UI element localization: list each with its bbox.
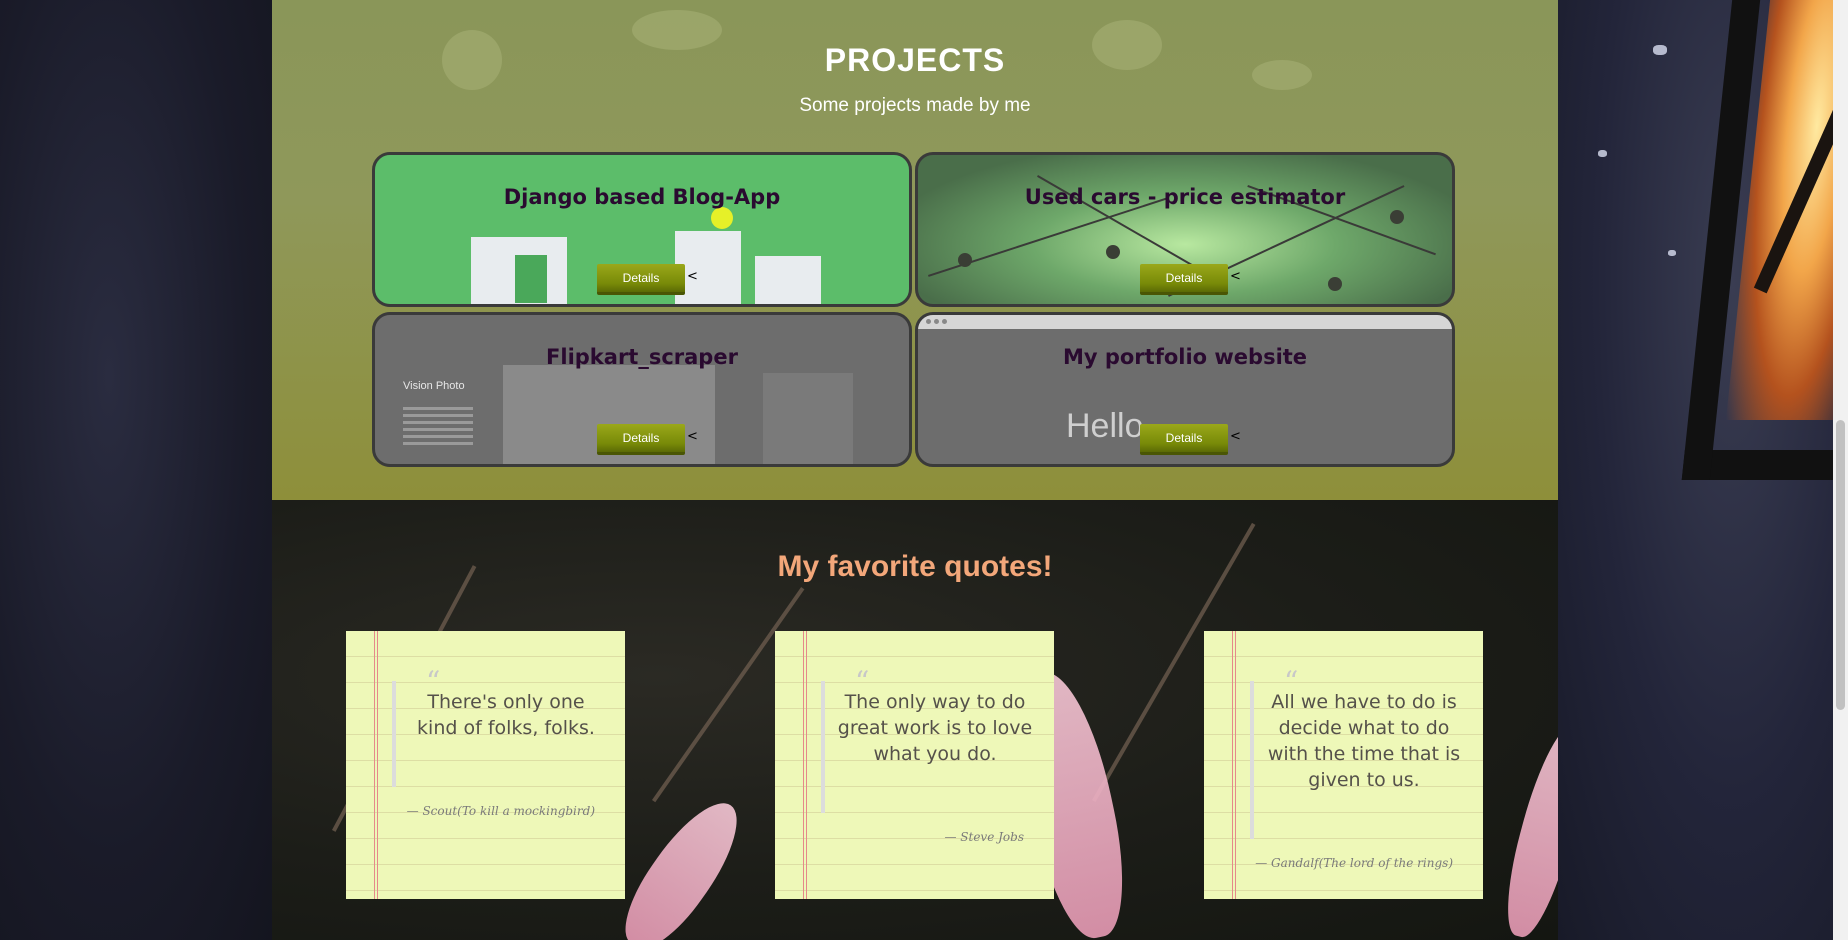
project-card-used-cars[interactable]: Used cars - price estimator Details < <box>915 152 1455 307</box>
project-card-blog-app[interactable]: Django based Blog-App Details < <box>372 152 912 307</box>
details-button[interactable]: Details <box>1140 264 1228 295</box>
note-margin-line <box>803 631 804 899</box>
quote-author: — Steve Jobs <box>944 830 1024 844</box>
browser-bar <box>918 315 1452 329</box>
details-button[interactable]: Details <box>597 264 685 295</box>
quote-card: “ There's only one kind of folks, folks.… <box>346 631 625 899</box>
network-node <box>1106 245 1120 259</box>
preview-hello-text: Hello <box>1066 407 1144 445</box>
note-margin-line <box>1232 631 1233 899</box>
projects-heading: PROJECTS <box>824 42 1006 78</box>
window-dot-icon <box>934 319 939 324</box>
bg-feather <box>608 788 756 940</box>
quote-text: There's only one kind of folks, folks. <box>417 691 595 739</box>
preview-text-lines <box>403 407 473 449</box>
quote-author: — Gandalf(The lord of the rings) <box>1255 856 1453 870</box>
details-button[interactable]: Details <box>597 424 685 455</box>
snow-speck <box>1668 250 1676 256</box>
window-dot-icon <box>942 319 947 324</box>
mockup-profile-card <box>755 256 821 304</box>
caret-icon: < <box>1230 269 1241 284</box>
caret-icon: < <box>687 429 698 444</box>
note-margin-line <box>1235 631 1236 899</box>
card-title: Django based Blog-App <box>503 185 781 209</box>
card-title: My portfolio website <box>1062 345 1308 369</box>
window-dot-icon <box>926 319 931 324</box>
lantern-frame <box>1681 0 1848 480</box>
snow-speck <box>1653 45 1667 55</box>
note-margin-line <box>374 631 375 899</box>
quote-bar <box>1250 681 1254 839</box>
preview-screenshot-faded <box>763 373 853 464</box>
quote-card: “ All we have to do is decide what to do… <box>1204 631 1483 899</box>
bg-feather <box>1494 717 1558 940</box>
projects-section: PROJECTS Some projects made by me Django… <box>272 0 1558 500</box>
preview-site-title: Vision Photo <box>403 380 465 392</box>
main-column: PROJECTS Some projects made by me Django… <box>272 0 1558 940</box>
snow-speck <box>1598 150 1607 157</box>
quote-text: All we have to do is decide what to do w… <box>1267 691 1461 791</box>
card-title: Flipkart_scraper <box>546 345 738 369</box>
page-scrollbar[interactable] <box>1833 0 1848 940</box>
quotes-heading: My favorite quotes! <box>777 550 1053 583</box>
note-margin-line <box>377 631 378 899</box>
quote-author: — Scout(To kill a mockingbird) <box>406 804 595 818</box>
quotes-section: My favorite quotes! “ There's only one k… <box>272 500 1558 940</box>
network-node <box>1328 277 1342 291</box>
network-node <box>1390 210 1404 224</box>
quote-bar <box>821 681 825 813</box>
note-margin-line <box>806 631 807 899</box>
details-button[interactable]: Details <box>1140 424 1228 455</box>
mockup-phone <box>515 255 547 303</box>
right-background-lantern <box>1558 0 1848 940</box>
quote-card: “ The only way to do great work is to lo… <box>775 631 1054 899</box>
quote-text: The only way to do great work is to love… <box>837 691 1033 765</box>
left-background <box>0 0 272 940</box>
project-card-flipkart-scraper[interactable]: Vision Photo Flipkart_scraper Details < <box>372 312 912 467</box>
caret-icon: < <box>1230 429 1241 444</box>
card-title: Used cars - price estimator <box>1024 185 1346 209</box>
quote-bar <box>392 681 396 787</box>
scrollbar-thumb[interactable] <box>1836 420 1845 710</box>
projects-subtitle: Some projects made by me <box>799 95 1031 116</box>
network-node <box>958 253 972 267</box>
project-card-portfolio[interactable]: Hello My portfolio website Details < <box>915 312 1455 467</box>
lightbulb-icon <box>711 207 733 229</box>
caret-icon: < <box>687 269 698 284</box>
